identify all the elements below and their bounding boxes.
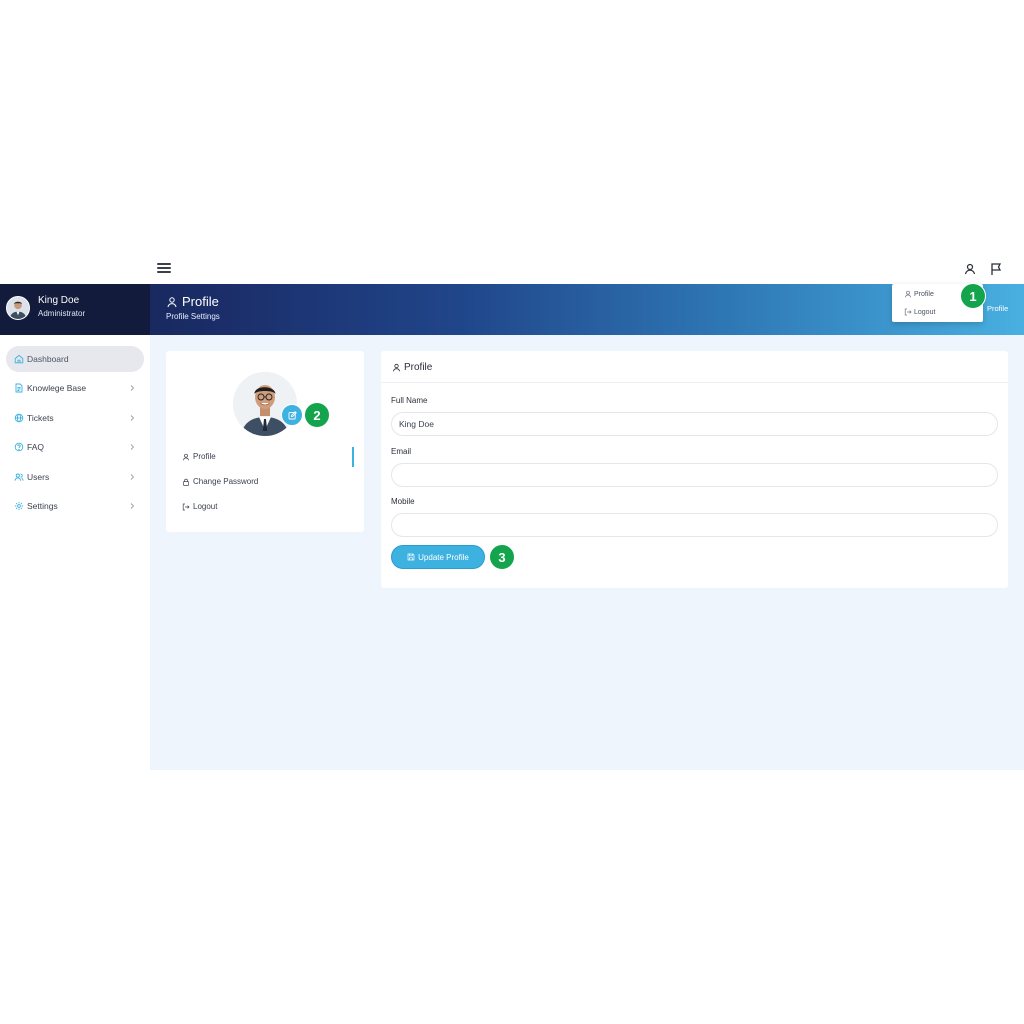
card-header: Profile (381, 351, 1008, 383)
user-icon[interactable] (962, 261, 978, 277)
page-title-text: Profile (182, 294, 219, 309)
page-subtitle: Profile Settings (166, 312, 220, 321)
edit-icon (288, 410, 297, 419)
mobile-label: Mobile (391, 497, 415, 506)
sidebar-item-label: Users (27, 472, 50, 482)
home-icon (14, 354, 24, 364)
sidebar: Dashboard Knowlege Base Tickets FAQ User… (0, 335, 150, 770)
page-title: Profile (166, 294, 219, 309)
logout-icon (182, 503, 190, 510)
step-badge-3: 3 (489, 544, 515, 570)
profile-menu-label: Logout (193, 502, 218, 511)
full-name-input[interactable] (391, 412, 998, 436)
profile-menu-change-password[interactable]: Change Password (182, 477, 258, 486)
mobile-input[interactable] (391, 513, 998, 537)
email-input[interactable] (391, 463, 998, 487)
step-badge-1: 1 (960, 283, 986, 309)
users-icon (14, 472, 24, 482)
profile-menu-label: Profile (193, 452, 216, 461)
top-bar (0, 254, 1024, 284)
sidebar-item-knowlege-base[interactable]: Knowlege Base (6, 375, 144, 401)
profile-menu-label: Change Password (193, 477, 259, 486)
chevron-right-icon (128, 472, 136, 482)
user-icon (904, 290, 912, 298)
document-icon (14, 383, 24, 393)
help-icon (14, 442, 24, 452)
sidebar-item-dashboard[interactable]: Dashboard (6, 346, 144, 372)
flag-icon[interactable] (988, 261, 1004, 277)
user-role: Administrator (38, 309, 86, 318)
sidebar-item-label: FAQ (27, 442, 45, 452)
sidebar-item-faq[interactable]: FAQ (6, 434, 144, 460)
logout-icon (904, 308, 912, 316)
avatar (6, 296, 30, 320)
sidebar-item-settings[interactable]: Settings (6, 493, 144, 519)
profile-menu-profile[interactable]: Profile (182, 452, 216, 461)
update-profile-label: Update Profile (418, 552, 469, 562)
save-icon (407, 553, 415, 561)
edit-photo-button[interactable] (281, 404, 303, 426)
chevron-right-icon (128, 501, 136, 511)
profile-form-card: Profile Full Name Email Mobile Update Pr… (381, 351, 1008, 588)
user-icon (182, 453, 190, 460)
main-content: Profile Change Password Logout 2 Profile… (150, 335, 1024, 770)
active-indicator (352, 447, 354, 467)
hamburger-menu-icon[interactable] (157, 263, 171, 275)
profile-side-card: Profile Change Password Logout (166, 351, 364, 532)
globe-icon (14, 413, 24, 423)
sidebar-item-users[interactable]: Users (6, 464, 144, 490)
gear-icon (14, 501, 24, 511)
chevron-right-icon (128, 442, 136, 452)
breadcrumb[interactable]: Profile (987, 304, 1008, 313)
lock-icon (183, 478, 189, 486)
dropdown-item-label: Profile (914, 290, 934, 298)
card-title-text: Profile (404, 362, 433, 373)
dropdown-item-label: Logout (914, 308, 936, 316)
sidebar-item-label: Knowlege Base (27, 383, 87, 393)
email-label: Email (391, 447, 412, 456)
profile-menu-logout[interactable]: Logout (182, 502, 217, 511)
step-badge-2: 2 (304, 402, 330, 428)
sidebar-item-tickets[interactable]: Tickets (6, 405, 144, 431)
user-name: King Doe (38, 295, 80, 306)
chevron-right-icon (128, 383, 136, 393)
sidebar-item-label: Dashboard (27, 354, 69, 364)
user-icon (167, 296, 177, 307)
update-profile-button[interactable]: Update Profile (391, 545, 485, 569)
chevron-right-icon (128, 413, 136, 423)
card-title: Profile (392, 362, 432, 373)
sidebar-item-label: Settings (27, 501, 58, 511)
dropdown-item-profile[interactable]: Profile (904, 290, 934, 298)
page-banner: King Doe Administrator Profile Profile S… (0, 284, 1024, 335)
dropdown-item-logout[interactable]: Logout (904, 308, 935, 316)
user-block[interactable]: King Doe Administrator (0, 284, 150, 335)
app: King Doe Administrator Profile Profile S… (0, 254, 1024, 770)
full-name-label: Full Name (391, 396, 428, 405)
user-icon (393, 363, 400, 372)
sidebar-item-label: Tickets (27, 413, 54, 423)
